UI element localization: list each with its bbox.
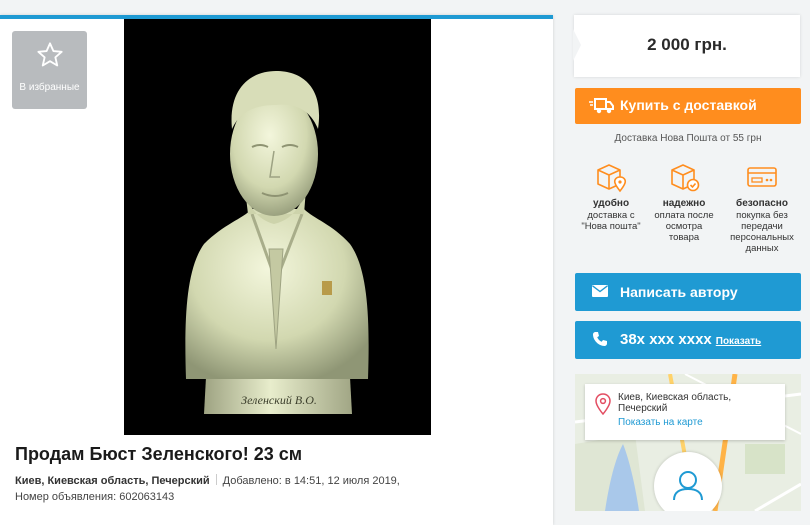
favorite-label: В избранные [19, 82, 80, 93]
feature-reliable: надежно оплата после осмотра товара [651, 160, 717, 243]
box-check-icon [671, 164, 700, 192]
listing-card: В избранные Зеленский В.О. Продам Бюст З… [0, 15, 553, 525]
buy-with-delivery-button[interactable]: Купить с доставкой [575, 88, 801, 124]
listing-photo[interactable]: Зеленский В.О. [124, 19, 431, 435]
listing-title: Продам Бюст Зеленского! 23 см [15, 444, 303, 464]
card-icon [747, 167, 777, 187]
bust-caption: Зеленский В.О. [241, 393, 317, 407]
map-address: Киев, Киевская область, Печерский [618, 392, 732, 414]
feature-title: безопасно [736, 198, 788, 209]
phone-icon [593, 332, 607, 346]
feature-safe: безопасно покупка без передачи персональ… [729, 160, 795, 254]
truck-icon [589, 98, 614, 114]
phone-masked: 38x xxx xxxx [620, 331, 712, 348]
feature-text: доставка с "Нова пошта" [581, 210, 641, 232]
feature-title: удобно [592, 198, 630, 209]
feature-text: покупка без передачи персональных данных [730, 210, 794, 254]
phone-number: 38x xxx xxxx Показать [620, 331, 761, 348]
envelope-icon [592, 285, 608, 297]
buy-label: Купить с доставкой [620, 97, 757, 113]
map-pin-icon [595, 393, 611, 415]
price-box: 2 000 грн. [573, 15, 800, 77]
price-value: 2 000 грн. [647, 35, 727, 54]
show-on-map-link[interactable]: Показать на карте [618, 417, 703, 428]
message-author-button[interactable]: Написать автору [575, 273, 801, 311]
user-icon [673, 471, 703, 501]
show-phone-button[interactable]: 38x xxx xxxx Показать [575, 321, 801, 359]
favorite-button[interactable]: В избранные [12, 31, 87, 109]
message-label: Написать автору [620, 284, 738, 300]
feature-text: оплата после осмотра товара [654, 210, 714, 243]
bust-image: Зеленский В.О. [124, 19, 431, 435]
listing-meta: Киев, Киевская область, Печерский Добавле… [15, 473, 400, 505]
meta-divider [215, 474, 217, 485]
delivery-note: Доставка Нова Пошта от 55 грн [614, 133, 762, 144]
seller-avatar[interactable] [654, 452, 722, 511]
listing-ad-number: Номер объявления: 602063143 [15, 491, 175, 503]
feature-convenient: удобно доставка с "Нова пошта" [578, 160, 644, 232]
map-address-card: Киев, Киевская область, Печерский Показа… [585, 384, 785, 440]
phone-show-link[interactable]: Показать [716, 336, 761, 347]
star-icon [37, 42, 63, 67]
box-location-icon [597, 164, 627, 193]
feature-title: надежно [662, 198, 706, 209]
listing-location[interactable]: Киев, Киевская область, Печерский [15, 475, 210, 487]
location-map[interactable]: Киев, Киевская область, Печерский Показа… [575, 374, 801, 511]
listing-date: Добавлено: в 14:51, 12 июля 2019, [222, 475, 400, 487]
